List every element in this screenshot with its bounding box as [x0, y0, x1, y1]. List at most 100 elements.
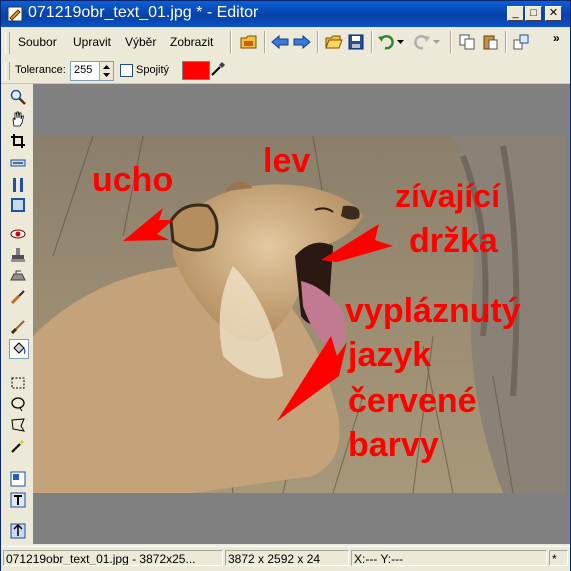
polygon-select-tool[interactable] — [9, 416, 27, 434]
undo-button[interactable] — [375, 32, 397, 52]
open-folder-button[interactable] — [238, 32, 260, 52]
paste-icon — [483, 35, 498, 50]
eyedropper-button[interactable] — [210, 61, 226, 78]
smudge-tool[interactable] — [9, 267, 27, 285]
label-cervene: červené — [348, 382, 477, 420]
pan-tool[interactable] — [9, 110, 27, 128]
text-tool[interactable] — [9, 491, 27, 509]
close-button[interactable]: ✕ — [545, 6, 562, 21]
chevron-down-icon — [432, 40, 440, 44]
magic-wand-tool[interactable] — [9, 437, 27, 455]
maximize-button[interactable]: □ — [525, 6, 542, 21]
stepper-arrows[interactable] — [99, 62, 113, 80]
resize-horizontal-icon — [10, 159, 26, 167]
label-barvy: barvy — [348, 426, 439, 464]
fill-bucket-tool[interactable] — [9, 339, 29, 359]
toolbar-separator — [317, 31, 319, 53]
chevron-up-icon — [103, 65, 110, 69]
title-bar[interactable]: 071219obr_text_01.jpg * - Editor _ □ ✕ — [1, 1, 570, 27]
open-button[interactable] — [323, 32, 345, 52]
ellipse-select-tool[interactable] — [9, 395, 27, 413]
chevron-down-icon — [103, 73, 110, 77]
open-folder-icon — [325, 35, 343, 49]
status-modified: * — [549, 550, 568, 566]
ellipse-select-icon — [11, 397, 25, 412]
window-layout-button[interactable] — [510, 32, 532, 52]
window-title: 071219obr_text_01.jpg * - Editor — [28, 4, 259, 21]
label-zivajici: zívající — [395, 178, 500, 214]
resize-vertical-tool[interactable] — [9, 176, 27, 194]
editor-app-icon — [7, 6, 23, 22]
arrow-to-mouth — [321, 224, 393, 262]
redo-button[interactable] — [411, 32, 433, 52]
hand-icon — [12, 111, 24, 127]
resize-horizontal-tool[interactable] — [9, 154, 27, 172]
tolerance-label: Tolerance: — [15, 64, 66, 76]
tool-options-bar: Tolerance: 255 Spojitý — [1, 59, 570, 84]
toolbar-grip[interactable] — [5, 32, 10, 54]
rectangle-select-icon — [11, 377, 25, 389]
menu-soubor[interactable]: Soubor — [18, 35, 57, 49]
arrow-to-tongue — [277, 336, 347, 421]
arrow-to-ear — [123, 208, 173, 241]
red-eye-tool[interactable] — [9, 225, 27, 243]
contiguous-label: Spojitý — [136, 64, 170, 76]
paste-button[interactable] — [479, 32, 501, 52]
frame-tool[interactable] — [9, 196, 27, 214]
stamp-icon — [11, 248, 25, 262]
eyedropper-icon — [211, 62, 225, 76]
label-vyplaznuty: vypláznutý — [345, 292, 521, 330]
retouch-tool[interactable] — [9, 288, 27, 306]
menu-zobrazit[interactable]: Zobrazit — [170, 35, 213, 49]
tolerance-value: 255 — [74, 64, 93, 76]
crop-tool[interactable] — [9, 132, 27, 150]
label-drzka: držka — [409, 222, 498, 260]
transform-tool[interactable] — [9, 522, 27, 540]
status-bar: 071219obr_text_01.jpg - 3872x25... 3872 … — [1, 546, 570, 571]
paintbrush-icon — [10, 320, 25, 335]
layout-icon — [513, 34, 529, 50]
back-button[interactable] — [269, 32, 291, 52]
paintbrush-tool[interactable] — [9, 318, 27, 336]
floppy-disk-icon — [348, 34, 364, 50]
text-icon — [10, 492, 26, 508]
menu-vyber[interactable]: Výběr — [125, 35, 156, 49]
copy-button[interactable] — [456, 32, 478, 52]
eye-icon — [10, 229, 26, 239]
contiguous-checkbox[interactable] — [120, 64, 133, 77]
magnifier-icon — [10, 89, 26, 105]
label-lev: lev — [263, 142, 311, 180]
arrow-right-icon — [293, 35, 311, 49]
toolbar-separator — [230, 31, 232, 53]
image-canvas[interactable]: ucho lev zívající držka vypláznutý jazyk… — [33, 84, 570, 544]
forward-button[interactable] — [291, 32, 313, 52]
zoom-tool[interactable] — [9, 88, 27, 106]
toolbar-overflow-chevron[interactable]: » — [553, 31, 560, 45]
redo-dropdown[interactable] — [431, 32, 441, 52]
tool-palette — [1, 84, 33, 544]
arrow-left-icon — [271, 35, 289, 49]
color-picker-tool[interactable] — [9, 470, 27, 488]
menu-upravit[interactable]: Upravit — [73, 35, 111, 49]
toolbar-separator — [371, 31, 373, 53]
paint-bucket-icon — [13, 342, 26, 355]
status-coordinates: X:--- Y:--- — [351, 550, 547, 566]
undo-dropdown[interactable] — [395, 32, 405, 52]
chevron-down-icon — [396, 40, 404, 44]
resize-vertical-icon — [13, 178, 23, 192]
label-ucho: ucho — [92, 161, 174, 199]
tolerance-stepper[interactable]: 255 — [70, 61, 114, 81]
status-filename: 071219obr_text_01.jpg - 3872x25... — [3, 550, 223, 566]
transform-icon — [10, 523, 26, 539]
minimize-button[interactable]: _ — [507, 6, 524, 21]
toolbar-grip[interactable] — [5, 62, 10, 80]
save-button[interactable] — [345, 32, 367, 52]
menu-toolbar: Soubor Upravit Výběr Zobrazit » — [1, 27, 570, 60]
lioness-photo[interactable]: ucho lev zívající držka vypláznutý jazyk… — [33, 136, 566, 493]
rect-select-tool[interactable] — [9, 374, 27, 392]
frame-icon — [11, 198, 25, 212]
redo-icon — [414, 35, 430, 50]
stamp-tool[interactable] — [9, 246, 27, 264]
status-dimensions: 3872 x 2592 x 24 — [225, 550, 349, 566]
fill-color-swatch[interactable] — [182, 61, 210, 80]
